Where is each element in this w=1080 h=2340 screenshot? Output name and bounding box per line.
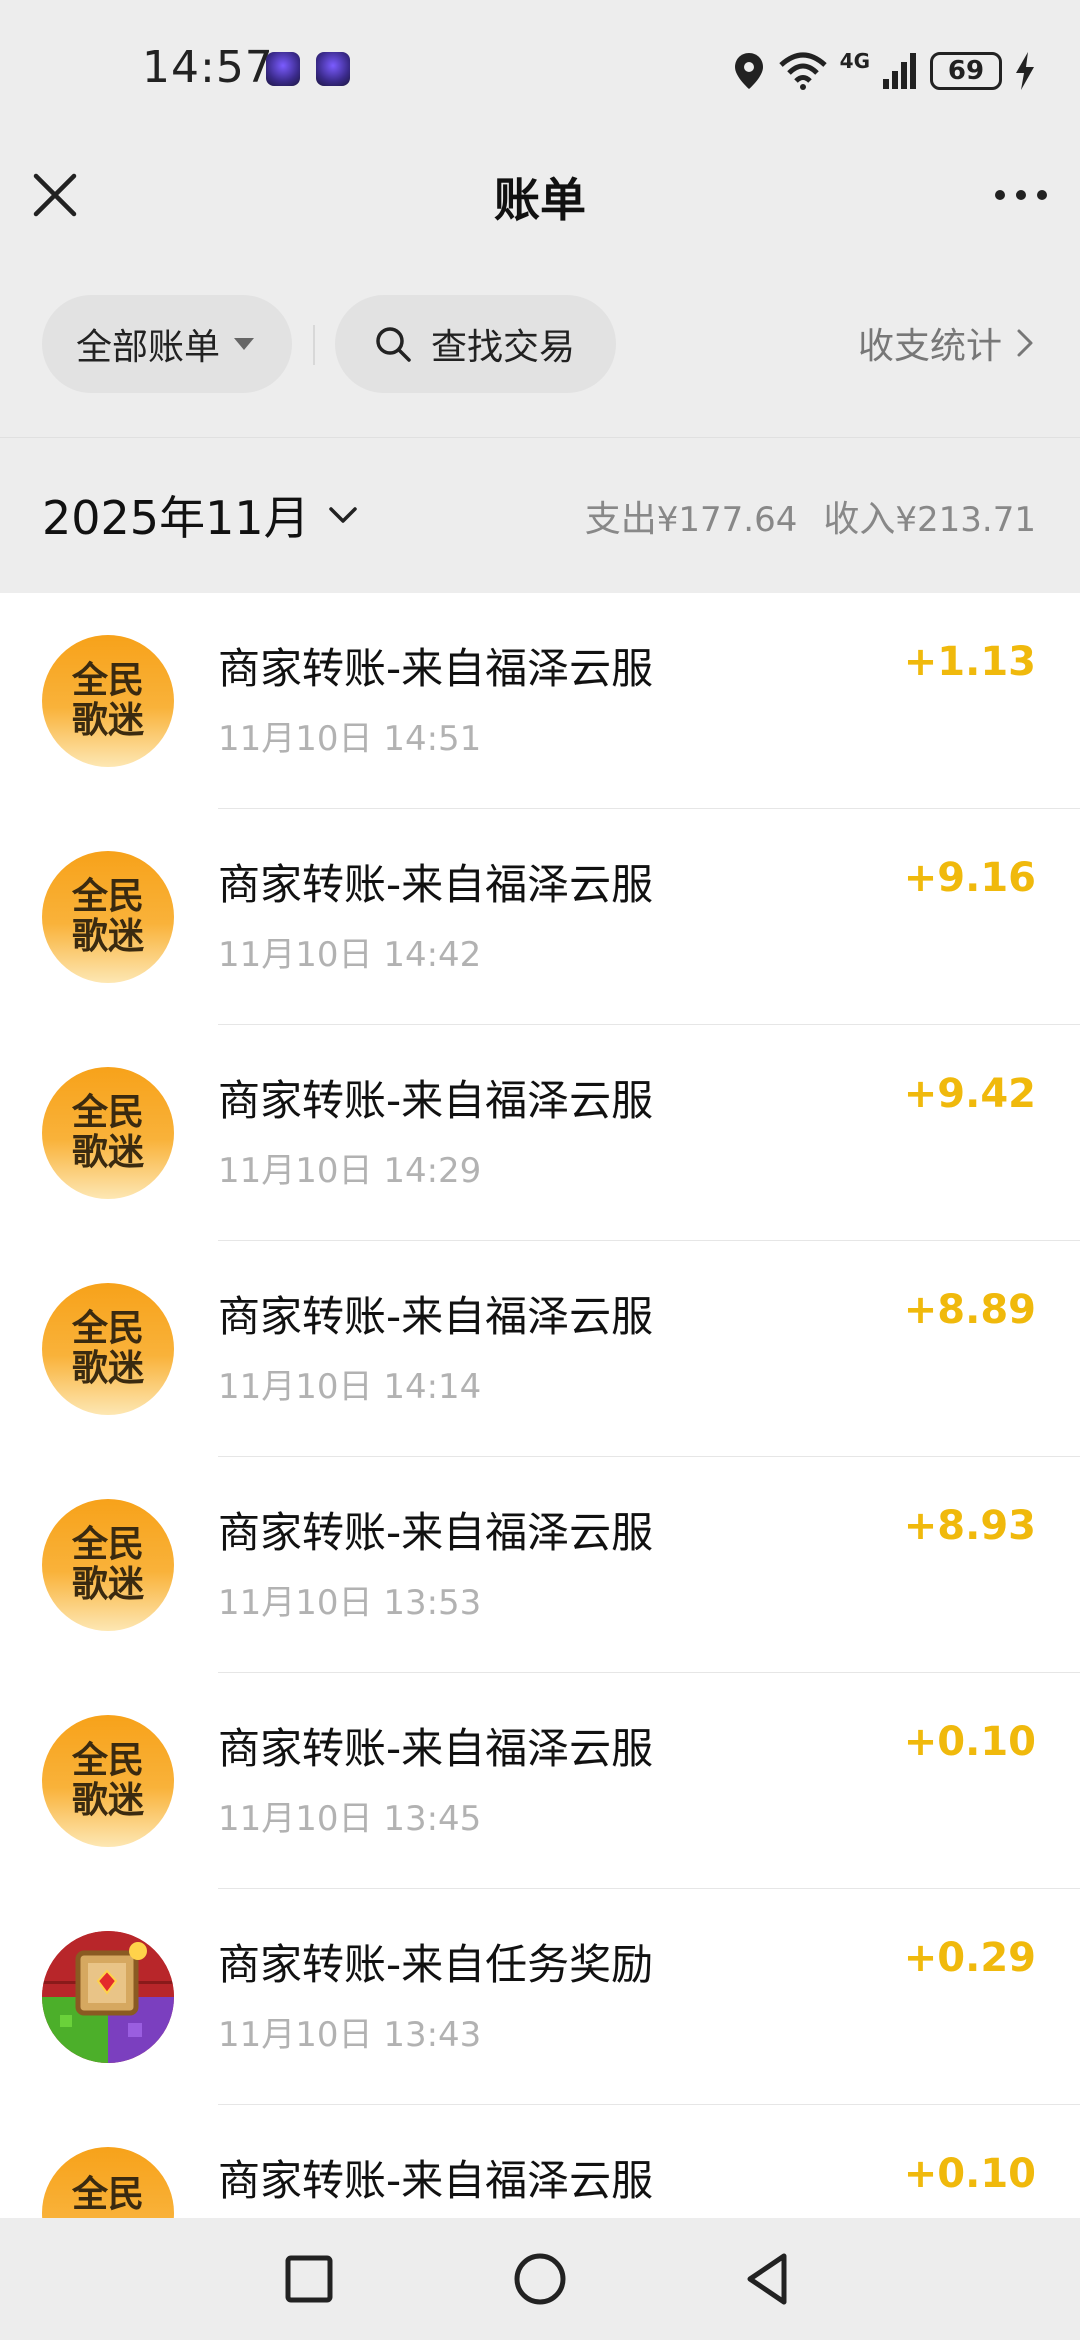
recent-apps-icon[interactable] [276, 2246, 342, 2312]
wifi-icon [778, 52, 827, 90]
avatar-text: 全民 [71, 1740, 144, 1781]
charging-icon [1016, 52, 1034, 90]
merchant-avatar: 全民 歌迷 [42, 851, 174, 983]
avatar-text: 全民 [71, 876, 144, 917]
avatar-text: 全民 [71, 1092, 144, 1133]
income-value: ¥213.71 [895, 500, 1036, 540]
avatar-text: 歌迷 [71, 700, 144, 741]
month-label: 2025年11月 [42, 491, 310, 545]
transaction-amount: +8.89 [903, 1287, 1036, 1333]
divider [313, 325, 315, 365]
transaction-amount: +0.10 [903, 2151, 1036, 2197]
status-indicators: 4G 69 [732, 46, 1036, 96]
back-icon[interactable] [736, 2246, 802, 2312]
signal-icon [883, 53, 916, 89]
transaction-row[interactable]: 全民 歌迷 商家转账-来自福泽云服 11月10日 14:14 +8.89 [0, 1241, 1080, 1457]
transaction-amount: +1.13 [903, 639, 1036, 685]
month-picker[interactable]: 2025年11月 [42, 482, 358, 548]
transaction-row[interactable]: 商家转账-来自任务奖励 11月10日 13:43 +0.29 [0, 1889, 1080, 2105]
merchant-avatar: 全民 歌迷 [42, 1067, 174, 1199]
search-transaction-label: 查找交易 [431, 327, 576, 368]
transaction-amount: +8.93 [903, 1503, 1036, 1549]
transaction-title: 商家转账-来自福泽云服 [218, 860, 654, 909]
nav-bar: 账单 [0, 140, 1080, 255]
avatar-text: 歌迷 [71, 1564, 144, 1605]
transaction-amount: +9.16 [903, 855, 1036, 901]
transaction-time: 11月10日 13:43 [218, 2015, 482, 2055]
expense-value: ¥177.64 [656, 500, 798, 540]
transaction-title: 商家转账-来自福泽云服 [218, 2156, 654, 2205]
battery-icon: 69 [930, 52, 1002, 90]
transaction-time: 11月10日 14:42 [218, 935, 482, 975]
page-title: 账单 [494, 173, 586, 227]
transaction-title: 商家转账-来自福泽云服 [218, 1724, 654, 1773]
search-transaction-button[interactable]: 查找交易 [335, 295, 616, 393]
transaction-row[interactable]: 全民 歌迷 商家转账-来自福泽云服 11月10日 14:51 +1.13 [0, 593, 1080, 809]
game-icon [42, 1931, 174, 2063]
transaction-row[interactable]: 全民 商家转账-来自福泽云服 +0.10 [0, 2105, 1080, 2218]
transaction-amount: +9.42 [903, 1071, 1036, 1117]
transaction-title: 商家转账-来自福泽云服 [218, 644, 654, 693]
game-icon [42, 1931, 174, 2063]
network-type: 4G [839, 49, 870, 73]
more-icon[interactable] [988, 162, 1054, 228]
status-time: 14:57 [142, 42, 274, 93]
app-notification-icon [266, 52, 300, 86]
avatar-text: 歌迷 [71, 916, 144, 957]
all-bills-label: 全部账单 [76, 327, 221, 368]
month-totals: 支出¥177.64 收入¥213.71 [585, 490, 1036, 542]
app-notification-icon [316, 52, 350, 86]
transaction-time: 11月10日 13:53 [218, 1583, 482, 1623]
merchant-avatar: 全民 [42, 2147, 174, 2218]
home-icon[interactable] [507, 2246, 573, 2312]
transaction-time: 11月10日 14:14 [218, 1367, 482, 1407]
chevron-right-icon [1017, 329, 1033, 357]
avatar-text: 歌迷 [71, 1132, 144, 1173]
transaction-row[interactable]: 全民 歌迷 商家转账-来自福泽云服 11月10日 14:42 +9.16 [0, 809, 1080, 1025]
stats-link[interactable]: 收支统计 [858, 317, 1034, 369]
income-total: 收入¥213.71 [823, 490, 1036, 542]
merchant-avatar: 全民 歌迷 [42, 635, 174, 767]
all-bills-dropdown[interactable]: 全部账单 [42, 295, 292, 393]
status-bar: 14:57 4G 69 [0, 0, 1080, 140]
month-summary: 2025年11月 支出¥177.64 收入¥213.71 [0, 438, 1080, 593]
chevron-down-icon [328, 507, 357, 523]
transaction-time: 11月10日 14:29 [218, 1151, 482, 1191]
avatar-text: 全民 [71, 2174, 144, 2215]
search-icon [376, 327, 411, 362]
transaction-title: 商家转账-来自福泽云服 [218, 1076, 654, 1125]
caret-down-icon [234, 338, 255, 350]
transaction-title: 商家转账-来自任务奖励 [218, 1940, 654, 1989]
merchant-avatar: 全民 歌迷 [42, 1499, 174, 1631]
transaction-row[interactable]: 全民 歌迷 商家转账-来自福泽云服 11月10日 14:29 +9.42 [0, 1025, 1080, 1241]
filter-bar: 全部账单 查找交易 收支统计 [0, 255, 1080, 438]
avatar-text: 歌迷 [71, 1348, 144, 1389]
stats-label: 收支统计 [857, 326, 1002, 367]
avatar-text: 全民 [71, 1524, 144, 1565]
avatar-text: 全民 [71, 660, 144, 701]
system-nav-bar [0, 2218, 1080, 2340]
transaction-row[interactable]: 全民 歌迷 商家转账-来自福泽云服 11月10日 13:45 +0.10 [0, 1673, 1080, 1889]
merchant-avatar: 全民 歌迷 [42, 1283, 174, 1415]
expense-total: 支出¥177.64 [585, 490, 798, 542]
income-label: 收入 [823, 499, 896, 540]
transaction-title: 商家转账-来自福泽云服 [218, 1292, 654, 1341]
transaction-amount: +0.10 [903, 1719, 1036, 1765]
transaction-amount: +0.29 [903, 1935, 1036, 1981]
transaction-row[interactable]: 全民 歌迷 商家转账-来自福泽云服 11月10日 13:53 +8.93 [0, 1457, 1080, 1673]
avatar-text: 全民 [71, 1308, 144, 1349]
transaction-list: 全民 歌迷 商家转账-来自福泽云服 11月10日 14:51 +1.13 全民 … [0, 593, 1080, 2218]
transaction-time: 11月10日 14:51 [218, 719, 482, 759]
transaction-title: 商家转账-来自福泽云服 [218, 1508, 654, 1557]
avatar-text: 歌迷 [71, 1780, 144, 1821]
merchant-avatar: 全民 歌迷 [42, 1715, 174, 1847]
transaction-time: 11月10日 13:45 [218, 1799, 482, 1839]
expense-label: 支出 [584, 499, 657, 540]
location-icon [734, 53, 763, 89]
